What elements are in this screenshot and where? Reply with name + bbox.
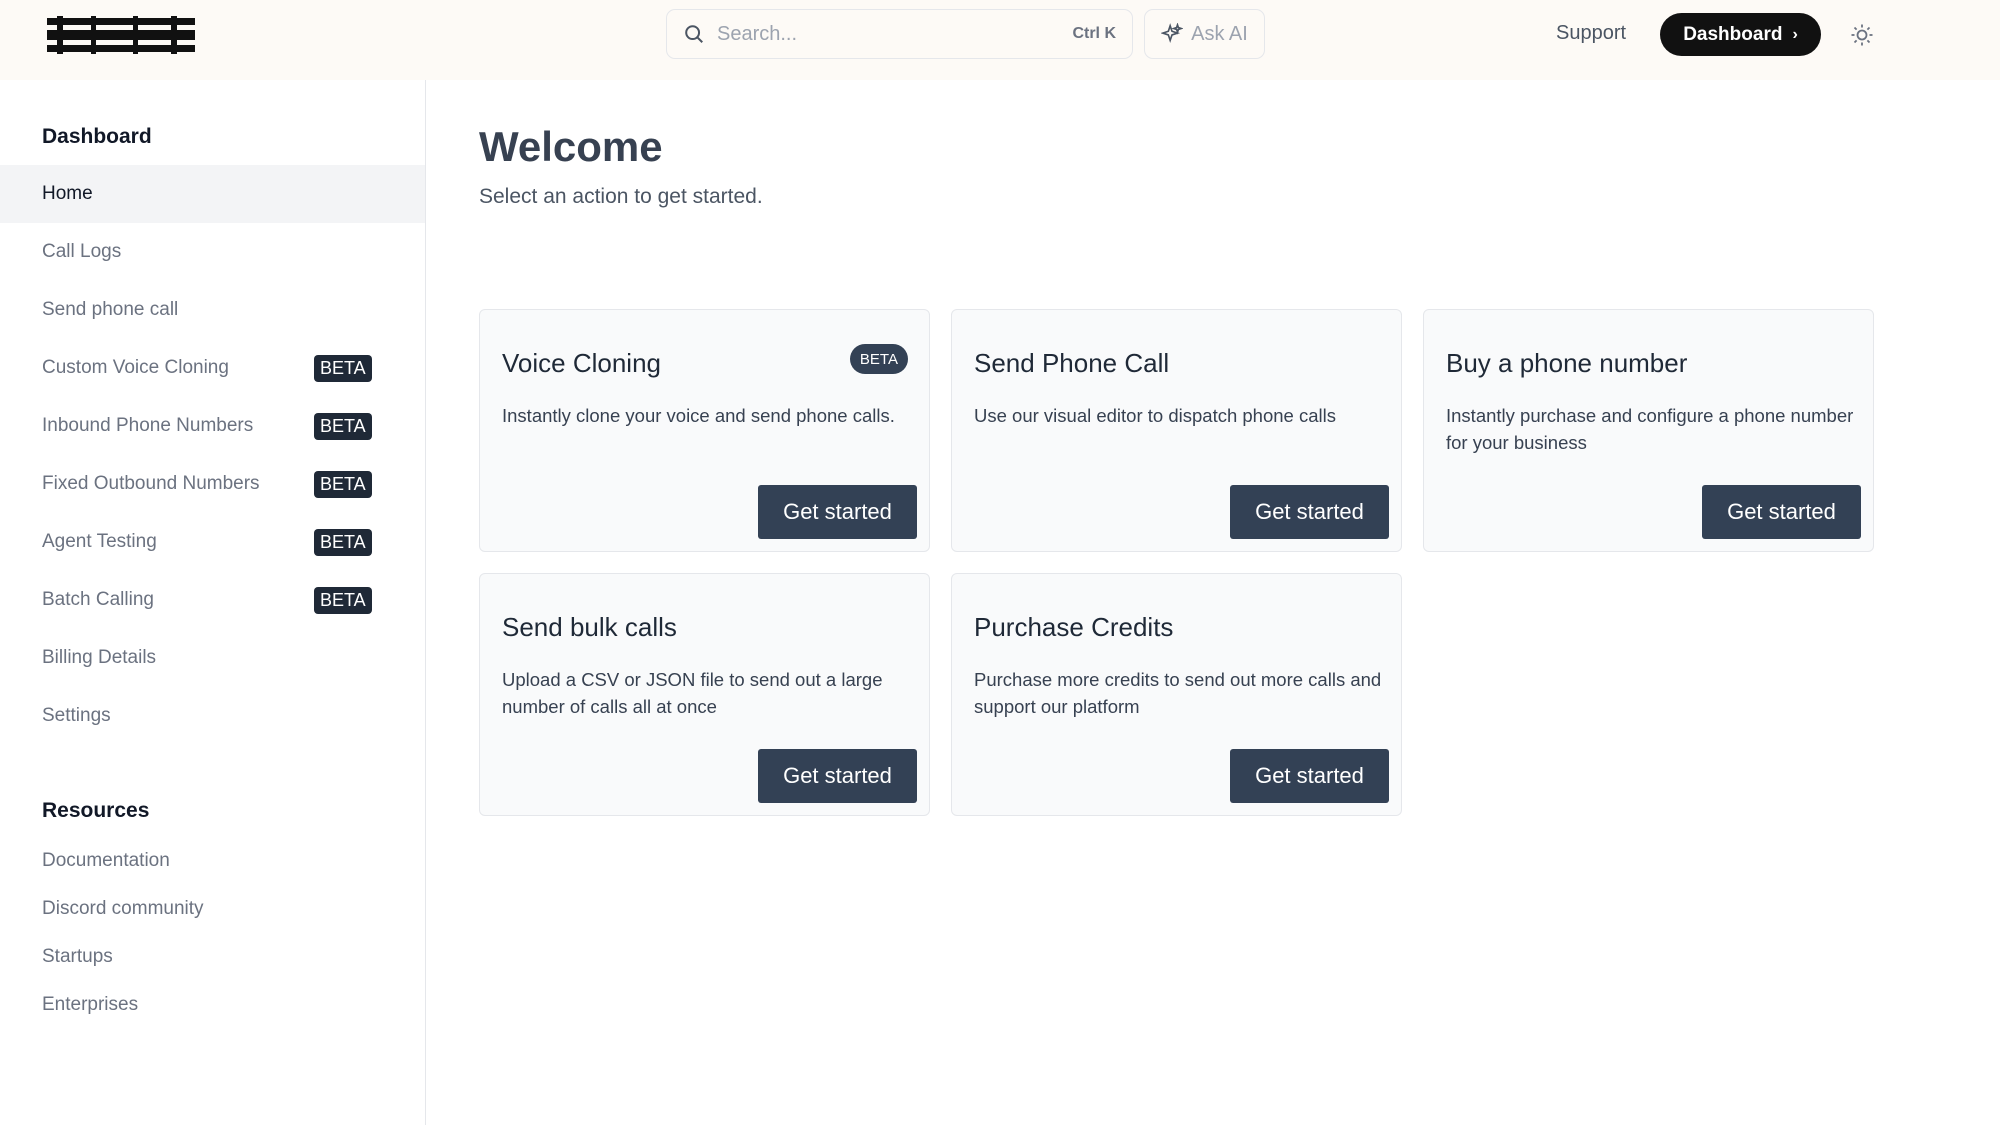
search-shortcut: Ctrl K <box>1072 25 1116 43</box>
search-icon <box>683 23 705 45</box>
beta-badge: BETA <box>314 355 372 382</box>
sidebar-item-custom-voice-cloning[interactable]: Custom Voice Cloning BETA <box>0 339 425 397</box>
resource-link-discord[interactable]: Discord community <box>42 898 204 920</box>
card-voice-cloning: Voice Cloning BETA Instantly clone your … <box>479 309 930 552</box>
get-started-button[interactable]: Get started <box>1230 749 1389 803</box>
sidebar-item-label: Inbound Phone Numbers <box>42 415 253 437</box>
sidebar-item-agent-testing[interactable]: Agent Testing BETA <box>0 513 425 571</box>
sidebar-item-label: Custom Voice Cloning <box>42 357 229 379</box>
beta-badge: BETA <box>314 587 372 614</box>
sidebar-dashboard-heading: Dashboard <box>42 125 152 149</box>
beta-badge: BETA <box>314 529 372 556</box>
sidebar-item-inbound-phone-numbers[interactable]: Inbound Phone Numbers BETA <box>0 397 425 455</box>
get-started-button[interactable]: Get started <box>1230 485 1389 539</box>
sidebar-item-label: Settings <box>42 705 111 727</box>
sidebar: Dashboard Home Call Logs Send phone call… <box>0 80 426 1125</box>
card-description: Instantly clone your voice and send phon… <box>502 402 922 429</box>
card-description: Use our visual editor to dispatch phone … <box>974 402 1394 429</box>
sparkle-icon <box>1161 23 1183 45</box>
sidebar-item-label: Home <box>42 183 93 205</box>
card-title: Buy a phone number <box>1446 348 1687 379</box>
card-send-phone-call: Send Phone Call Use our visual editor to… <box>951 309 1402 552</box>
ask-ai-button[interactable]: Ask AI <box>1144 9 1265 59</box>
sidebar-item-label: Agent Testing <box>42 531 157 553</box>
sidebar-item-settings[interactable]: Settings <box>0 687 425 745</box>
sidebar-resources-heading: Resources <box>42 799 149 823</box>
card-buy-phone-number: Buy a phone number Instantly purchase an… <box>1423 309 1874 552</box>
card-title: Voice Cloning <box>502 348 661 379</box>
page-title: Welcome <box>479 123 663 171</box>
sidebar-item-fixed-outbound-numbers[interactable]: Fixed Outbound Numbers BETA <box>0 455 425 513</box>
beta-badge: BETA <box>850 344 908 374</box>
beta-badge: BETA <box>314 471 372 498</box>
card-send-bulk-calls: Send bulk calls Upload a CSV or JSON fil… <box>479 573 930 816</box>
brand-logo[interactable] <box>47 16 195 54</box>
sidebar-item-label: Send phone call <box>42 299 178 321</box>
dashboard-button-label: Dashboard <box>1683 24 1782 46</box>
top-bar: Search... Ctrl K Ask AI Support Dashboar… <box>0 0 2000 80</box>
search-input[interactable]: Search... Ctrl K <box>666 9 1133 59</box>
resource-link-documentation[interactable]: Documentation <box>42 850 170 872</box>
chevron-right-icon: › <box>1792 26 1797 44</box>
page-subtitle: Select an action to get started. <box>479 185 763 209</box>
card-description: Upload a CSV or JSON file to send out a … <box>502 666 922 720</box>
resource-link-startups[interactable]: Startups <box>42 946 113 968</box>
sidebar-item-label: Batch Calling <box>42 589 154 611</box>
card-title: Send Phone Call <box>974 348 1169 379</box>
get-started-button[interactable]: Get started <box>758 749 917 803</box>
resource-link-enterprises[interactable]: Enterprises <box>42 994 138 1016</box>
sidebar-item-batch-calling[interactable]: Batch Calling BETA <box>0 571 425 629</box>
sun-icon[interactable] <box>1850 23 1874 47</box>
dashboard-button[interactable]: Dashboard › <box>1660 13 1821 56</box>
sidebar-item-home[interactable]: Home <box>0 165 425 223</box>
ask-ai-label: Ask AI <box>1191 23 1248 46</box>
search-placeholder: Search... <box>717 23 1072 46</box>
sidebar-item-send-phone-call[interactable]: Send phone call <box>0 281 425 339</box>
sidebar-item-label: Billing Details <box>42 647 156 669</box>
sidebar-item-label: Fixed Outbound Numbers <box>42 473 260 495</box>
support-link[interactable]: Support <box>1556 22 1626 45</box>
sidebar-item-billing-details[interactable]: Billing Details <box>0 629 425 687</box>
card-title: Send bulk calls <box>502 612 677 643</box>
card-description: Instantly purchase and configure a phone… <box>1446 402 1866 456</box>
beta-badge: BETA <box>314 413 372 440</box>
card-purchase-credits: Purchase Credits Purchase more credits t… <box>951 573 1402 816</box>
sidebar-item-call-logs[interactable]: Call Logs <box>0 223 425 281</box>
card-description: Purchase more credits to send out more c… <box>974 666 1394 720</box>
card-title: Purchase Credits <box>974 612 1173 643</box>
get-started-button[interactable]: Get started <box>1702 485 1861 539</box>
get-started-button[interactable]: Get started <box>758 485 917 539</box>
sidebar-item-label: Call Logs <box>42 241 121 263</box>
